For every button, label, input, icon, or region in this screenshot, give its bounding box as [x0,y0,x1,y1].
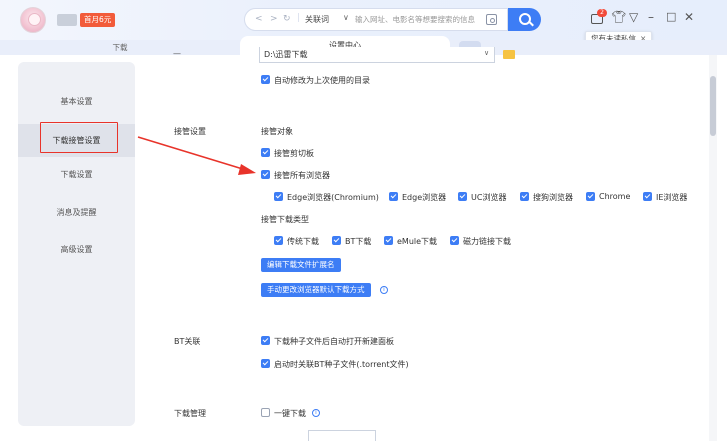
refresh-icon[interactable]: ↻ [283,14,291,24]
manual-change-button[interactable]: 手动更改浏览器默认下载方式 [261,283,371,297]
browser-uc-label: UC浏览器 [471,193,507,202]
browser-sogou-label: 搜狗浏览器 [533,193,573,202]
type-emule-label: eMule下载 [397,237,438,246]
forward-icon[interactable]: > [270,14,278,24]
type-traditional-label: 传统下载 [287,237,319,246]
browser-sogou-checkbox[interactable] [520,192,529,201]
message-count-badge: 2 [597,9,607,17]
browser-edge-chromium-label: Edge浏览器(Chromium) [287,193,379,202]
download-types-label: 接管下载类型 [261,215,309,224]
settings-sidebar: 基本设置 下载接管设置 下载设置 消息及提醒 高级设置 [18,62,135,426]
bt-auto-open-checkbox[interactable] [261,336,270,345]
sidebar-item-basic[interactable]: 基本设置 [18,89,135,115]
arrow-line [137,136,247,171]
type-bt-checkbox[interactable] [332,236,341,245]
type-magnet-checkbox[interactable] [450,236,459,245]
browser-uc-checkbox[interactable] [458,192,467,201]
sidebar-item-advanced[interactable]: 高级设置 [18,237,135,263]
bt-section-title: BT关联 [174,337,201,346]
takeover-target-label: 接管对象 [261,127,293,136]
sidebar-item-download[interactable]: 下载设置 [18,162,135,188]
type-magnet-label: 磁力链接下载 [463,237,511,246]
browser-edge-checkbox[interactable] [389,192,398,201]
bt-associate-label: 启动时关联BT种子文件(.torrent文件) [274,360,409,369]
chevron-down-icon[interactable]: ∨ [343,13,349,22]
browser-ie-label: IE浏览器 [656,193,688,202]
annotation-highlight-box [40,122,118,153]
browser-edge-label: Edge浏览器 [402,193,447,202]
auto-modify-checkbox[interactable] [261,75,270,84]
type-traditional-checkbox[interactable] [274,236,283,245]
menu-icon[interactable]: ▽ [629,10,638,24]
address-bar: < > ↻ | 关联词 ∨ [244,8,508,31]
browser-ie-checkbox[interactable] [643,192,652,201]
all-browsers-label: 接管所有浏览器 [274,171,330,180]
download-mgmt-title: 下载管理 [174,409,206,418]
bt-associate-checkbox[interactable] [261,359,270,368]
skin-icon[interactable]: 👕︎ [611,10,626,24]
chevron-down-icon[interactable]: ∨ [484,49,489,57]
sidebar-item-notifications[interactable]: 消息及提醒 [18,200,135,226]
address-input[interactable] [355,11,481,28]
download-dir-value: D:\迅雷下载 [264,50,308,59]
browser-edge-chromium-checkbox[interactable] [274,192,283,201]
search-button[interactable] [508,8,541,31]
user-avatar[interactable] [20,7,46,33]
browser-chrome-checkbox[interactable] [586,192,595,201]
all-browsers-checkbox[interactable] [261,170,270,179]
vip-icon[interactable] [57,14,77,26]
maximize-icon[interactable]: □ [666,10,676,24]
edit-extensions-button[interactable]: 编辑下载文件扩展名 [261,258,341,272]
clipboard-label: 接管剪切板 [274,149,314,158]
close-icon[interactable]: ✕ [684,10,694,24]
type-bt-label: BT下载 [345,237,372,246]
arrow-head [238,164,256,175]
partial-field [308,430,376,441]
download-dir-label: — [173,49,181,57]
one-click-label: 一键下载 [274,409,306,418]
one-click-checkbox[interactable] [261,408,270,417]
clipboard-checkbox[interactable] [261,148,270,157]
folder-icon[interactable] [503,50,515,59]
bt-auto-open-label: 下载种子文件后自动打开新建面板 [274,337,394,346]
info-icon[interactable]: i [380,286,388,294]
type-emule-checkbox[interactable] [384,236,393,245]
info-icon[interactable]: i [312,409,320,417]
keyword-label[interactable]: 关联词 [305,14,329,25]
screenshot-icon[interactable] [486,14,497,25]
back-icon[interactable]: < [255,14,263,24]
scrollbar-thumb[interactable] [710,76,716,136]
auto-modify-label: 自动修改为上次使用的目录 [274,76,370,85]
browser-chrome-label: Chrome [599,192,631,201]
minimize-icon[interactable]: – [648,10,654,24]
vip-offer-badge[interactable]: 首月6元 [80,13,116,27]
takeover-section-title: 接管设置 [174,127,206,136]
